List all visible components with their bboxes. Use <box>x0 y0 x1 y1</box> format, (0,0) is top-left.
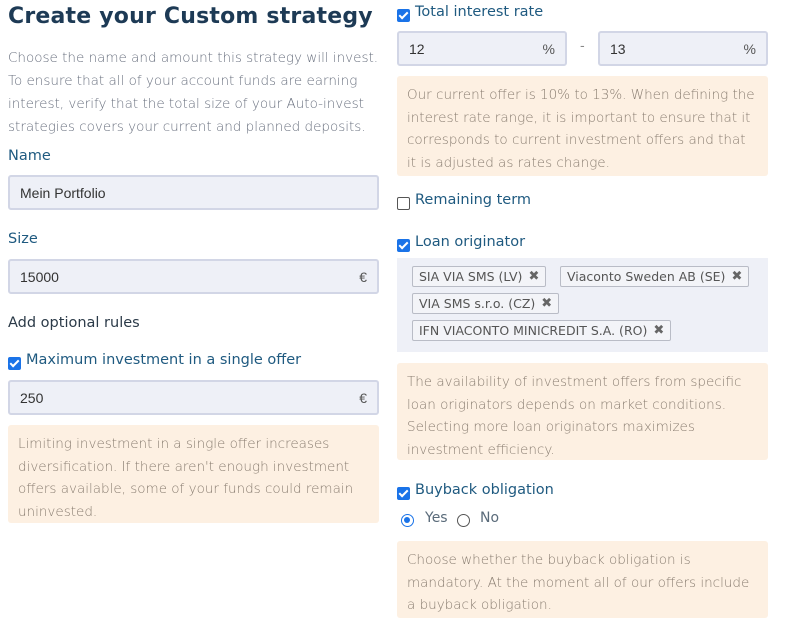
euro-suffix: € <box>359 268 367 285</box>
page-title: Create your Custom strategy <box>8 4 373 29</box>
euro-suffix: € <box>359 389 367 406</box>
originator-tag-label: VIA SMS s.r.o. (CZ) <box>419 296 536 311</box>
percent-suffix: % <box>542 40 555 57</box>
intro-text: Choose the name and amount this strategy… <box>8 50 379 135</box>
remaining-term-label[interactable]: Remaining term <box>415 192 531 208</box>
loan-originator-select[interactable]: SIA VIA SMS (LV) ✖ Viaconto Sweden AB (S… <box>397 258 768 352</box>
buyback-note: Choose whether the buyback obligation is… <box>397 541 768 618</box>
max-investment-label[interactable]: Maximum investment in a single offer <box>26 352 301 368</box>
max-investment-checkbox[interactable] <box>8 357 21 370</box>
originator-tag-label: SIA VIA SMS (LV) <box>419 269 523 284</box>
name-label: Name <box>8 148 51 164</box>
remaining-term-checkbox[interactable] <box>397 197 410 210</box>
originator-tag[interactable]: Viaconto Sweden AB (SE) ✖ <box>560 266 750 287</box>
originator-tag[interactable]: IFN VIACONTO MINICREDIT S.A. (RO) ✖ <box>412 320 672 341</box>
originator-tag-label: IFN VIACONTO MINICREDIT S.A. (RO) <box>419 323 648 338</box>
buyback-label[interactable]: Buyback obligation <box>415 482 554 498</box>
interest-rate-from-value: 12 <box>409 40 425 57</box>
remove-icon[interactable]: ✖ <box>528 269 539 284</box>
interest-rate-checkbox[interactable] <box>397 9 410 22</box>
interest-rate-from-input[interactable]: 12 % <box>397 31 567 66</box>
max-investment-value: 250 <box>20 389 44 406</box>
optional-rules-heading: Add optional rules <box>8 315 140 331</box>
buyback-yes-label[interactable]: Yes <box>425 510 448 526</box>
name-input[interactable]: Mein Portfolio <box>8 175 379 210</box>
interest-rate-label[interactable]: Total interest rate <box>415 4 543 20</box>
remove-icon[interactable]: ✖ <box>731 269 742 284</box>
loan-originator-checkbox[interactable] <box>397 239 410 252</box>
interest-rate-note: Our current offer is 10% to 13%. When de… <box>397 76 768 176</box>
buyback-no-label[interactable]: No <box>480 510 499 526</box>
loan-originator-note: The availability of investment offers fr… <box>397 363 768 460</box>
percent-suffix: % <box>743 40 756 57</box>
size-input-value: 15000 <box>20 268 59 285</box>
size-label: Size <box>8 231 38 247</box>
buyback-yes-radio[interactable] <box>401 514 414 527</box>
size-input[interactable]: 15000 € <box>8 259 379 294</box>
loan-originator-label[interactable]: Loan originator <box>415 234 525 250</box>
range-separator: - <box>580 39 585 54</box>
interest-rate-to-value: 13 <box>610 40 626 57</box>
interest-rate-to-input[interactable]: 13 % <box>598 31 768 66</box>
buyback-checkbox[interactable] <box>397 487 410 500</box>
originator-tag-label: Viaconto Sweden AB (SE) <box>567 269 726 284</box>
remove-icon[interactable]: ✖ <box>541 296 552 311</box>
originator-tag[interactable]: VIA SMS s.r.o. (CZ) ✖ <box>412 293 560 314</box>
max-investment-note: Limiting investment in a single offer in… <box>8 425 379 523</box>
originator-tag[interactable]: SIA VIA SMS (LV) ✖ <box>412 266 547 287</box>
max-investment-input[interactable]: 250 € <box>8 380 379 415</box>
buyback-no-radio[interactable] <box>457 514 470 527</box>
name-input-value: Mein Portfolio <box>20 184 106 201</box>
remove-icon[interactable]: ✖ <box>653 323 664 338</box>
